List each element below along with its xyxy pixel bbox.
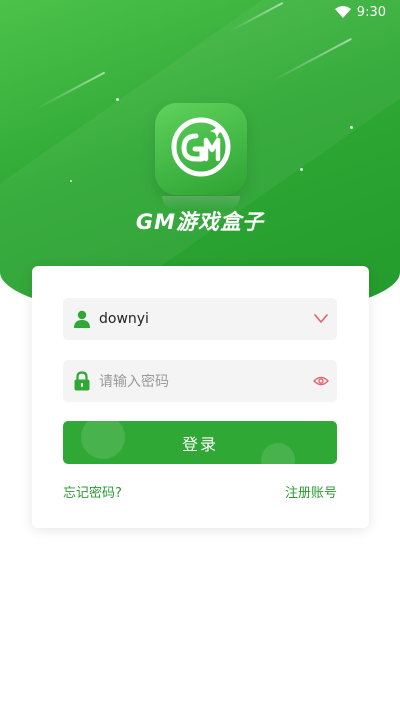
user-icon <box>65 310 99 328</box>
password-field[interactable]: 请输入密码 <box>63 360 337 402</box>
status-bar: 9:30 <box>0 0 400 24</box>
gm-logo-icon <box>166 112 236 186</box>
star-dot <box>70 180 72 182</box>
button-decoration <box>81 421 125 459</box>
password-placeholder: 请输入密码 <box>99 374 169 390</box>
chevron-down-icon[interactable] <box>305 314 337 324</box>
star-dot <box>350 126 353 129</box>
register-link[interactable]: 注册账号 <box>285 482 337 501</box>
username-value: downyi <box>99 311 149 327</box>
app-logo <box>155 103 247 195</box>
button-decoration <box>261 443 295 464</box>
app-title: GM游戏盒子 <box>135 210 265 234</box>
status-time: 9:30 <box>356 4 386 20</box>
star-dot <box>300 168 303 171</box>
login-button[interactable]: 登录 <box>63 421 337 464</box>
lock-icon <box>65 371 99 391</box>
wifi-icon <box>334 6 351 18</box>
star-dot <box>116 98 119 101</box>
shooting-star <box>35 71 106 110</box>
forgot-password-link[interactable]: 忘记密码? <box>63 482 122 501</box>
username-field[interactable]: downyi <box>63 298 337 340</box>
login-card: downyi 请输入密码 登录 忘记密码? 注册账号 <box>32 266 369 528</box>
login-button-label: 登录 <box>181 434 218 454</box>
eye-icon[interactable] <box>305 375 337 387</box>
